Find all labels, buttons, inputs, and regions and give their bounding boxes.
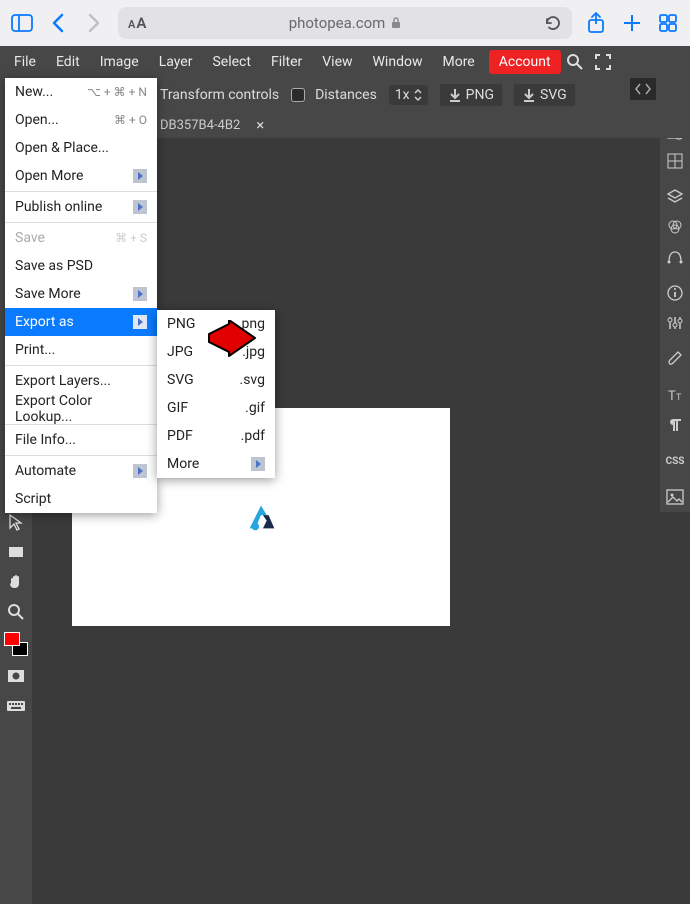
download-icon: [448, 88, 462, 102]
zoom-value: 1x: [395, 87, 410, 103]
distances-checkbox[interactable]: [291, 88, 305, 102]
color-picker[interactable]: [2, 632, 30, 656]
back-button[interactable]: [46, 11, 70, 35]
lock-icon: [391, 17, 401, 29]
submenu-indicator-icon: [133, 464, 147, 478]
menu-select[interactable]: Select: [202, 46, 260, 78]
file-menu-export-as[interactable]: Export as: [5, 308, 157, 336]
menu-file[interactable]: File: [4, 46, 46, 78]
svg-text:T: T: [668, 389, 676, 404]
file-menu-save: Save⌘ + S: [5, 224, 157, 252]
rectangle-tool-icon[interactable]: [2, 538, 30, 566]
swatches-panel-icon[interactable]: [662, 148, 688, 174]
adjustments-panel-icon[interactable]: [662, 310, 688, 336]
paragraph-panel-icon[interactable]: [662, 412, 688, 438]
file-menu-open-more[interactable]: Open More: [5, 162, 157, 190]
menu-more[interactable]: More: [432, 46, 484, 78]
tabs-overview-button[interactable]: [656, 11, 680, 35]
file-menu-new[interactable]: New...⌥ + ⌘ + N: [5, 78, 157, 106]
brush-panel-icon[interactable]: [662, 346, 688, 372]
transform-controls-label: Transform controls: [160, 87, 279, 103]
css-panel-icon[interactable]: CSS: [662, 448, 688, 474]
menu-filter[interactable]: Filter: [261, 46, 312, 78]
menu-account[interactable]: Account: [489, 50, 561, 74]
stepper-icon: [414, 89, 422, 101]
file-tab[interactable]: DB357B4-4B2 ×: [160, 116, 270, 134]
search-icon[interactable]: [561, 46, 589, 78]
file-menu-save-psd[interactable]: Save as PSD: [5, 252, 157, 280]
save-svg-button[interactable]: SVG: [514, 84, 575, 106]
address-bar[interactable]: AA photopea.com: [118, 7, 572, 39]
new-tab-button[interactable]: [620, 11, 644, 35]
zoom-selector[interactable]: 1x: [389, 85, 428, 105]
forward-button: [82, 11, 106, 35]
character-panel-icon[interactable]: TT: [662, 382, 688, 408]
file-menu-publish[interactable]: Publish online: [5, 193, 157, 221]
file-tab-label: DB357B4-4B2: [160, 118, 240, 133]
file-dropdown-menu: New...⌥ + ⌘ + N Open...⌘ + O Open & Plac…: [5, 78, 157, 513]
png-label: PNG: [466, 87, 494, 103]
code-icon[interactable]: [630, 78, 656, 100]
file-menu-script[interactable]: Script: [5, 485, 157, 513]
file-menu-print[interactable]: Print...: [5, 336, 157, 364]
file-menu-save-more[interactable]: Save More: [5, 280, 157, 308]
submenu-indicator-icon: [133, 169, 147, 183]
export-as-submenu: PNG.png JPG.jpg SVG.svg GIF.gif PDF.pdf …: [157, 310, 275, 478]
channels-panel-icon[interactable]: [662, 214, 688, 240]
reload-button[interactable]: [544, 14, 562, 32]
file-menu-open-place[interactable]: Open & Place...: [5, 134, 157, 162]
save-png-button[interactable]: PNG: [440, 84, 502, 106]
image-panel-icon[interactable]: [662, 484, 688, 510]
fullscreen-icon[interactable]: [589, 46, 617, 78]
browser-toolbar: AA photopea.com: [0, 0, 690, 46]
layers-panel-icon[interactable]: [662, 184, 688, 210]
menu-window[interactable]: Window: [363, 46, 433, 78]
download-icon: [522, 88, 536, 102]
file-menu-open[interactable]: Open...⌘ + O: [5, 106, 157, 134]
file-menu-file-info[interactable]: File Info...: [5, 426, 157, 454]
close-tab-button[interactable]: ×: [250, 116, 270, 134]
export-pdf[interactable]: PDF.pdf: [157, 422, 275, 450]
distances-label: Distances: [315, 87, 377, 103]
submenu-indicator-icon: [133, 200, 147, 214]
menu-image[interactable]: Image: [90, 46, 149, 78]
svg-label: SVG: [540, 87, 567, 103]
hand-tool-icon[interactable]: [2, 568, 30, 596]
submenu-indicator-icon: [251, 457, 265, 471]
menu-view[interactable]: View: [312, 46, 362, 78]
file-menu-export-color-lookup[interactable]: Export Color Lookup...: [5, 395, 157, 423]
export-svg[interactable]: SVG.svg: [157, 366, 275, 394]
export-jpg[interactable]: JPG.jpg: [157, 338, 275, 366]
zoom-tool-icon[interactable]: [2, 598, 30, 626]
file-menu-automate[interactable]: Automate: [5, 457, 157, 485]
export-gif[interactable]: GIF.gif: [157, 394, 275, 422]
keyboard-icon[interactable]: [2, 692, 30, 720]
menu-edit[interactable]: Edit: [46, 46, 90, 78]
text-size-button[interactable]: AA: [128, 14, 146, 32]
export-more[interactable]: More: [157, 450, 275, 478]
paths-panel-icon[interactable]: [662, 244, 688, 270]
menu-layer[interactable]: Layer: [149, 46, 203, 78]
app-menubar: File Edit Image Layer Select Filter View…: [0, 46, 690, 78]
foreground-color-swatch[interactable]: [4, 632, 20, 646]
right-toolbar: TT CSS: [660, 112, 690, 512]
file-menu-export-layers[interactable]: Export Layers...: [5, 367, 157, 395]
svg-text:T: T: [676, 393, 682, 403]
submenu-indicator-icon: [133, 287, 147, 301]
address-text: photopea.com: [289, 14, 386, 32]
quickmask-icon[interactable]: [2, 662, 30, 690]
sidebar-toggle-icon[interactable]: [10, 11, 34, 35]
canvas-content-logo: [242, 498, 280, 536]
export-png[interactable]: PNG.png: [157, 310, 275, 338]
info-panel-icon[interactable]: [662, 280, 688, 306]
submenu-indicator-icon: [133, 315, 147, 329]
share-button[interactable]: [584, 11, 608, 35]
